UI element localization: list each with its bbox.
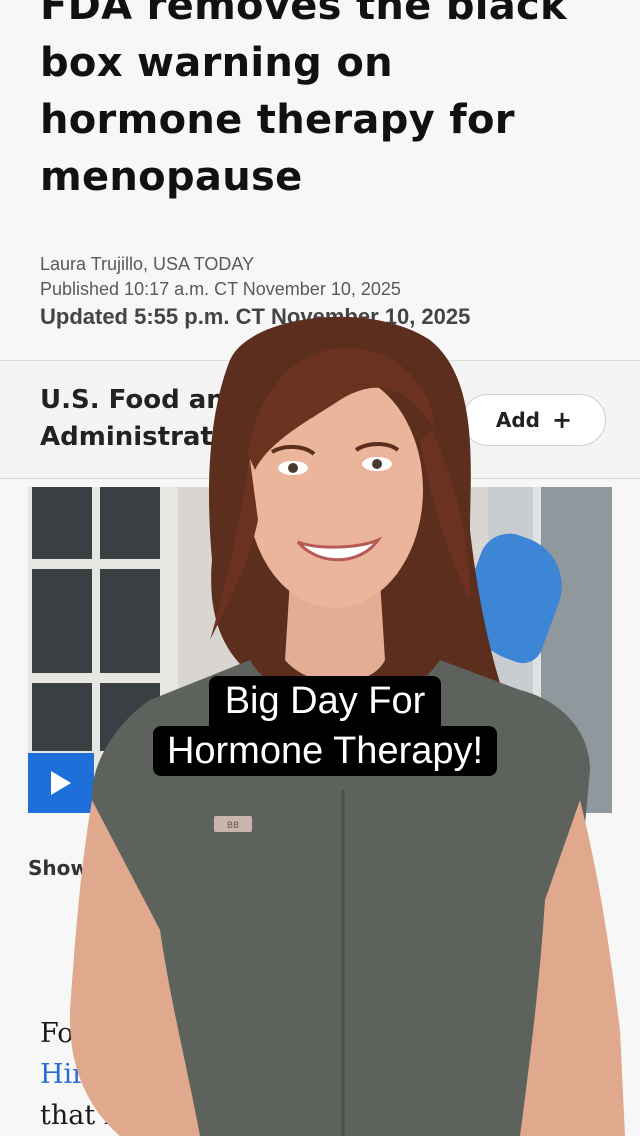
body-link[interactable]: Hirs xyxy=(40,1055,99,1095)
topic-title: U.S. Food an Administrat xyxy=(40,382,230,456)
headline-line: menopause xyxy=(40,154,303,200)
add-topic-button[interactable]: Add + xyxy=(462,394,606,446)
play-icon xyxy=(51,771,71,795)
headline-line: FDA removes the black xyxy=(40,0,567,29)
article-headline: FDA removes the black box warning on hor… xyxy=(40,0,620,206)
published-timestamp: Published 10:17 a.m. CT November 10, 202… xyxy=(40,279,401,299)
divider xyxy=(0,478,640,479)
play-button[interactable] xyxy=(28,753,94,813)
top-badge-text: BB xyxy=(227,821,239,831)
body-fragment: For xyxy=(40,1018,87,1049)
video-background-door xyxy=(533,487,612,813)
body-fragment: as xyxy=(172,1018,203,1049)
headline-line: hormone therapy for xyxy=(40,97,515,143)
updated-timestamp: Updated 5:55 p.m. CT November 10, 2025 xyxy=(40,304,471,329)
add-topic-label: Add xyxy=(495,408,540,432)
author-byline[interactable]: Laura Trujillo, USA TODAY xyxy=(40,252,254,277)
headline-line: box warning on xyxy=(40,40,393,86)
video-caption: Big Day For Hormone Therapy! xyxy=(136,676,514,776)
plus-icon: + xyxy=(552,406,573,434)
caption-line: Hormone Therapy! xyxy=(152,726,498,776)
body-text-line: For as xyxy=(40,1014,202,1054)
body-text-line: that h xyxy=(40,1100,122,1131)
topic-title-line: U.S. Food an xyxy=(40,385,225,415)
show-caption-link[interactable]: Show xyxy=(28,856,89,880)
topic-title-line: Administrat xyxy=(40,422,213,452)
caption-line: Big Day For xyxy=(208,676,442,726)
